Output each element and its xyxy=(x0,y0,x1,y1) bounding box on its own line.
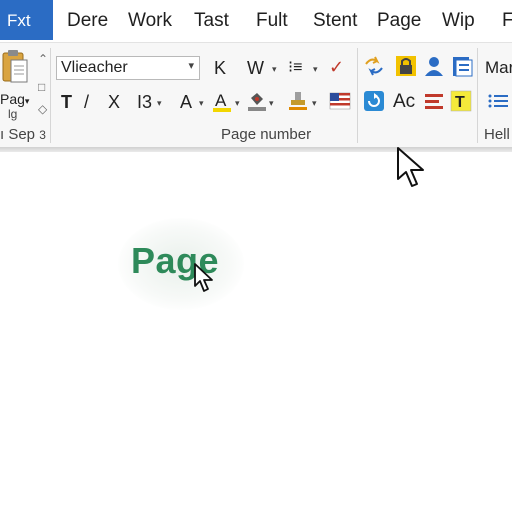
check-icon[interactable]: ✓ xyxy=(329,56,344,78)
paste-sub-label: lg xyxy=(8,107,18,121)
k-button[interactable]: K xyxy=(214,57,226,79)
red-lines-icon[interactable] xyxy=(423,90,445,112)
font-color-dropdown[interactable]: ▾ xyxy=(199,98,204,109)
highlight-dropdown[interactable]: ▾ xyxy=(235,98,240,109)
tab-fxt[interactable]: Fxt xyxy=(0,0,53,40)
font-name-value: Vlieacher xyxy=(61,59,128,76)
svg-text:A: A xyxy=(215,91,227,110)
t-button[interactable]: T xyxy=(61,91,72,113)
copy-icon[interactable]: □ xyxy=(38,80,45,94)
w-dropdown[interactable]: ▾ xyxy=(272,64,277,75)
ac-style-button[interactable]: Ac xyxy=(393,91,415,113)
cut-icon[interactable]: ⌃ xyxy=(38,52,48,66)
separator xyxy=(50,48,51,143)
style-mar-button[interactable]: Mar xyxy=(485,57,512,79)
chevron-down-icon[interactable]: ▾ xyxy=(188,59,194,72)
shading-bucket-icon[interactable] xyxy=(246,90,268,112)
bullet-list-icon[interactable] xyxy=(487,90,509,112)
tab-f[interactable]: F xyxy=(502,9,512,33)
separator xyxy=(477,48,478,143)
i3-button[interactable]: I3 xyxy=(137,91,152,113)
document-canvas[interactable] xyxy=(0,152,512,512)
tab-page[interactable]: Page xyxy=(377,9,421,33)
stamp-icon[interactable] xyxy=(287,90,309,112)
text-highlight-icon[interactable]: T xyxy=(450,90,472,112)
tab-wip[interactable]: Wip xyxy=(442,9,475,33)
menu-tab-bar: Fxt Dere Work Tast Fult Stent Page Wip F xyxy=(0,0,512,43)
mouse-cursor-icon xyxy=(397,147,424,187)
shading-dropdown[interactable]: ▾ xyxy=(269,98,274,109)
refresh-icon[interactable] xyxy=(363,90,385,112)
arrow-swap-icon[interactable] xyxy=(363,55,385,77)
page-number-group-label: Page number xyxy=(221,126,312,143)
paste-icon[interactable] xyxy=(2,50,28,86)
tab-fult[interactable]: Fult xyxy=(256,9,288,33)
styles-group-label: Hell xyxy=(484,126,510,143)
document-icon[interactable] xyxy=(451,55,473,77)
font-name-box[interactable]: Vlieacher ▾ xyxy=(56,56,200,80)
i3-dropdown[interactable]: ▾ xyxy=(157,98,162,109)
clipboard-group-label: ı Sep 3 xyxy=(0,126,46,143)
user-icon[interactable] xyxy=(423,55,445,77)
format-painter-icon[interactable]: ◇ xyxy=(38,102,47,116)
highlight-a-icon[interactable]: A xyxy=(211,90,233,112)
pointer-cursor-icon xyxy=(194,263,213,292)
lock-icon[interactable] xyxy=(395,55,417,77)
w-button[interactable]: W xyxy=(247,57,264,79)
stamp-dropdown[interactable]: ▾ xyxy=(312,98,317,109)
font-color-a-button[interactable]: A xyxy=(180,91,192,113)
list-icon[interactable]: ⁝≡ xyxy=(288,57,302,79)
tab-tast[interactable]: Tast xyxy=(194,9,229,33)
svg-text:T: T xyxy=(455,94,465,111)
separator xyxy=(357,48,358,143)
tab-dere[interactable]: Dere xyxy=(67,9,108,33)
paste-button[interactable]: Pag▾ xyxy=(0,91,29,107)
tab-stent[interactable]: Stent xyxy=(313,9,357,33)
list-dropdown[interactable]: ▾ xyxy=(313,64,318,75)
x-button[interactable]: X xyxy=(108,91,120,113)
tab-work[interactable]: Work xyxy=(128,9,172,33)
slash-button[interactable]: / xyxy=(84,91,89,113)
flag-icon[interactable] xyxy=(329,90,351,112)
